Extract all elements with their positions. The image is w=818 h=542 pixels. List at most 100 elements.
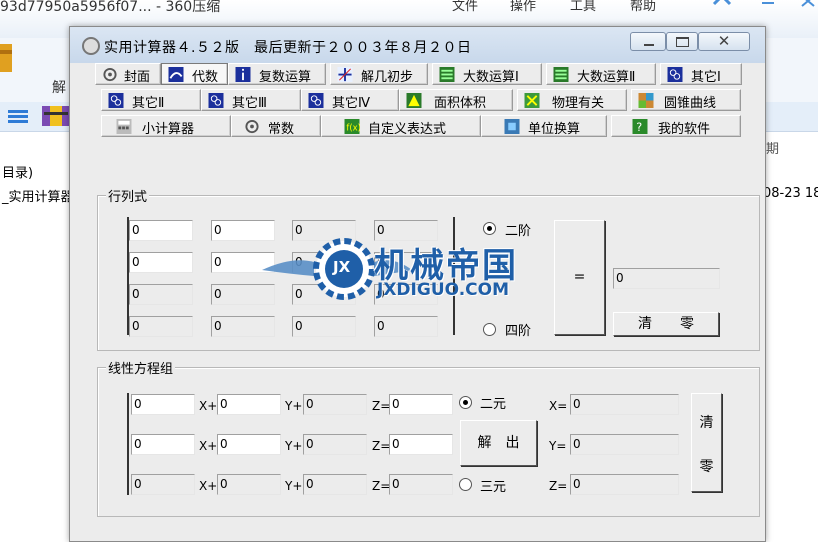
tab-label: 面积体积 (434, 96, 487, 111)
det-cell-r4c2[interactable]: 0 (211, 316, 275, 337)
extract-button-label[interactable]: 解 (52, 77, 66, 97)
det-cell-r1c1[interactable]: 0 (129, 220, 193, 241)
tab-custom-expression[interactable]: f(x) 自定义表达式 (321, 115, 481, 137)
tab-label: 自定义表达式 (368, 122, 447, 137)
tab-label: 圆锥曲线 (664, 96, 717, 111)
modified-date: 08-23 18 (763, 186, 818, 201)
eq1-x-coef[interactable]: 0 (131, 394, 195, 415)
minimize-button[interactable] (630, 32, 666, 51)
watermark-badge: JX (333, 258, 351, 276)
two-unknowns-label[interactable]: 二元 (480, 393, 506, 412)
tab-mini-calculator[interactable]: 小计算器 (101, 115, 231, 137)
function-icon: f(x) (344, 119, 360, 134)
tab-conic[interactable]: 圆锥曲线 (631, 89, 741, 111)
menu-tools[interactable]: 工具 (570, 0, 596, 14)
menu-help[interactable]: 帮助 (630, 0, 656, 14)
other-icon (308, 93, 324, 108)
help-icon: ? (632, 119, 648, 134)
eq3-constant[interactable]: 0 (389, 474, 453, 495)
det-cell-r2c1[interactable]: 0 (129, 252, 193, 273)
tab-label: 小计算器 (142, 122, 195, 137)
y-plus-label: Y+ (285, 479, 303, 493)
two-unknowns-radio[interactable] (459, 396, 472, 409)
tab-label: 解几初步 (361, 70, 414, 85)
tab-analytic-geometry[interactable]: 解几初步 (330, 63, 428, 85)
tab-other-4[interactable]: 其它Ⅳ (301, 89, 399, 111)
y-plus-label: Y+ (285, 439, 303, 453)
tab-complex[interactable]: 复数运算 (228, 63, 326, 85)
watermark-domain: JXDIGUO.COM (377, 280, 510, 300)
tab-unit-conversion[interactable]: 单位换算 (481, 115, 607, 137)
tab-physics[interactable]: 物理有关 (517, 89, 627, 111)
determinant-clear-button[interactable]: 清 零 (613, 312, 719, 336)
list-item[interactable]: _实用计算器 (2, 186, 74, 205)
spiral-icon (103, 67, 117, 82)
conic-icon (638, 93, 654, 108)
linear-clear-button[interactable]: 清 零 (691, 393, 722, 492)
minimize-icon[interactable] (760, 0, 776, 8)
eq3-y-coef[interactable]: 0 (217, 474, 281, 495)
order-4-label[interactable]: 四阶 (505, 320, 531, 339)
eq1-y-coef[interactable]: 0 (217, 394, 281, 415)
window-title: 实用计算器４.５２版 最后更新于２００３年８月２０日 (104, 40, 472, 56)
x-result-label: X= (549, 399, 568, 413)
determinant-result: 0 (613, 268, 720, 289)
eq2-x-coef[interactable]: 0 (131, 434, 195, 455)
tab-label: 复数运算 (259, 70, 312, 85)
three-unknowns-label[interactable]: 三元 (480, 476, 506, 495)
solve-button[interactable]: 解 出 (460, 420, 537, 466)
list-view-icon[interactable] (8, 108, 28, 124)
tab-bignum-2[interactable]: 大数运算Ⅱ (546, 63, 656, 85)
maximize-icon (676, 37, 689, 47)
order-4-radio[interactable] (483, 323, 496, 336)
tab-algebra[interactable]: 代数 (161, 63, 228, 85)
three-unknowns-radio[interactable] (459, 478, 472, 491)
z-result: 0 (570, 474, 679, 495)
order-2-radio[interactable] (483, 222, 496, 235)
eq1-z-coef[interactable]: 0 (303, 394, 367, 415)
eq1-constant[interactable]: 0 (389, 394, 453, 415)
tab-label: 代数 (192, 70, 219, 85)
tab-other-1[interactable]: 其它Ⅰ (660, 63, 742, 85)
tab-bignum-1[interactable]: 大数运算Ⅰ (432, 63, 542, 85)
menu-file[interactable]: 文件 (452, 0, 478, 14)
det-cell-r4c4[interactable]: 0 (374, 316, 438, 337)
eq3-x-coef[interactable]: 0 (131, 474, 195, 495)
tab-label: 物理有关 (552, 96, 605, 111)
date-column-header[interactable]: 期 (766, 138, 779, 157)
unit-icon (504, 119, 520, 134)
det-cell-r3c1[interactable]: 0 (129, 284, 193, 305)
y-plus-label: Y+ (285, 399, 303, 413)
close-icon[interactable] (800, 0, 816, 8)
eq3-z-coef[interactable]: 0 (303, 474, 367, 495)
tab-label: 大数运算Ⅰ (463, 70, 519, 85)
z-equals-label: Z= (372, 479, 391, 493)
eq2-constant[interactable]: 0 (389, 434, 453, 455)
tab-area-volume[interactable]: 面积体积 (399, 89, 513, 111)
tab-my-software[interactable]: ? 我的软件 (611, 115, 741, 137)
x-result: 0 (570, 394, 679, 415)
tab-cover[interactable]: 封面 (95, 63, 161, 85)
up-arrow-icon[interactable] (712, 0, 732, 8)
calculator-icon (116, 119, 132, 134)
x-plus-label: X+ (199, 399, 218, 413)
algebra-icon (168, 67, 184, 82)
eq2-y-coef[interactable]: 0 (217, 434, 281, 455)
archive-icon[interactable] (0, 44, 14, 72)
calculator-title-bar[interactable]: 实用计算器４.５２版 最后更新于２００３年８月２０日 ✕ (70, 27, 765, 63)
tab-label: 封面 (124, 70, 151, 85)
maximize-button[interactable] (666, 32, 698, 51)
menu-operation[interactable]: 操作 (510, 0, 536, 14)
close-button[interactable]: ✕ (698, 32, 750, 51)
tab-other-3[interactable]: 其它Ⅲ (201, 89, 301, 111)
det-cell-r4c1[interactable]: 0 (129, 316, 193, 337)
list-item[interactable]: 目录) (2, 162, 33, 181)
svg-text:f(x): f(x) (346, 122, 360, 132)
tab-other-2[interactable]: 其它Ⅱ (101, 89, 201, 111)
eq2-z-coef[interactable]: 0 (303, 434, 367, 455)
bignum-icon (553, 67, 569, 82)
info-icon (235, 67, 251, 82)
tab-label: 我的软件 (658, 122, 711, 137)
det-cell-r4c3[interactable]: 0 (292, 316, 356, 337)
tab-constants[interactable]: 常数 (231, 115, 321, 137)
